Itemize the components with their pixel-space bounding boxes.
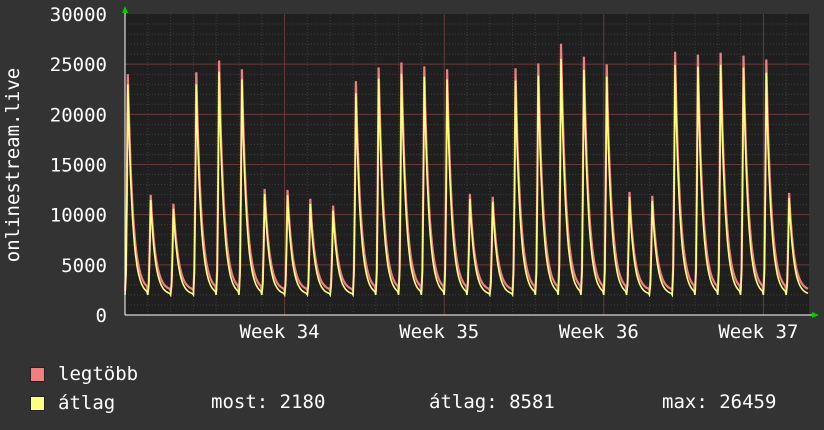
y-tick-label: 15000 [50, 155, 107, 177]
y-axis-ticks: 0 5000 10000 15000 20000 25000 30000 [50, 4, 107, 327]
stat-average: átlag: 8581 [429, 391, 555, 413]
y-tick-label: 30000 [50, 4, 107, 26]
y-axis-label: onlinestream.live [2, 68, 24, 262]
legend-label-avg: átlag [58, 392, 116, 414]
y-axis-arrow-icon [122, 6, 128, 13]
stat-current: most: 2180 [211, 391, 326, 413]
legend-swatch-max [30, 366, 45, 382]
y-tick-label: 10000 [50, 205, 107, 227]
y-tick-label: 0 [96, 305, 107, 327]
legend-item-avg: átlag [30, 391, 115, 415]
x-axis-ticks: Week 34 Week 35 Week 36 Week 37 [240, 321, 799, 343]
y-tick-label: 20000 [50, 104, 107, 126]
y-tick-label: 5000 [61, 255, 107, 277]
y-tick-label: 25000 [50, 54, 107, 76]
stat-maximum: max: 26459 [662, 391, 777, 413]
legend-label-max: legtöbb [58, 363, 139, 385]
x-axis-arrow-icon [812, 312, 819, 318]
x-tick-label: Week 35 [399, 321, 479, 343]
legend-swatch-avg [30, 395, 45, 411]
x-tick-label: Week 34 [240, 321, 320, 343]
x-tick-label: Week 37 [718, 321, 798, 343]
legend-item-max: legtöbb [30, 362, 138, 386]
x-tick-label: Week 36 [559, 321, 639, 343]
